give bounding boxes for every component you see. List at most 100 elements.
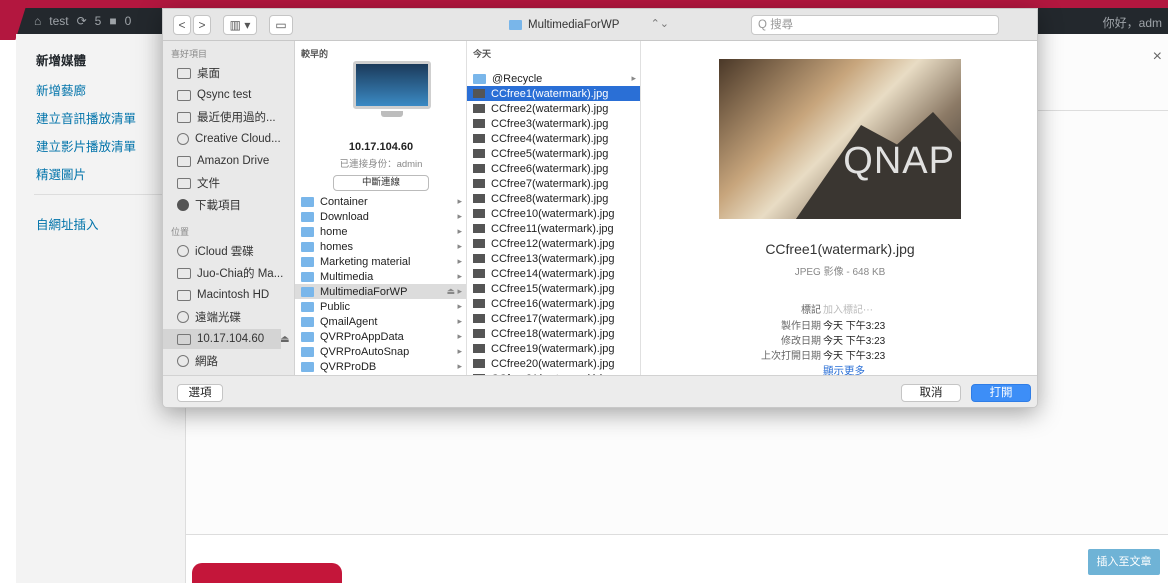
chevron-right-icon: ▸ [457, 271, 462, 281]
updates-icon[interactable]: ⟳ [77, 14, 87, 28]
folder-row[interactable]: Download ▸ [295, 209, 466, 224]
disconnect-button[interactable]: 中斷連線 [333, 175, 429, 191]
file-row[interactable]: CCfree5(watermark).jpg [467, 146, 640, 161]
modified-label: 修改日期 [781, 336, 821, 347]
folder-icon [301, 286, 314, 297]
new-folder-button[interactable]: ▭ [269, 15, 293, 35]
file-row[interactable]: CCfree8(watermark).jpg [467, 191, 640, 206]
greeting[interactable]: 你好，adm [1103, 14, 1162, 31]
folder-row[interactable]: home ▸ [295, 224, 466, 239]
folder-name: QmailAgent [320, 315, 378, 328]
sidebar-item-macintosh-hd[interactable]: Macintosh HD [177, 285, 295, 305]
image-thumbnail-icon [473, 194, 485, 203]
file-row[interactable]: CCfree18(watermark).jpg [467, 326, 640, 341]
folder-row[interactable]: QVRProDB ▸ [295, 359, 466, 374]
file-row[interactable]: CCfree16(watermark).jpg [467, 296, 640, 311]
sidebar-item-icloud[interactable]: iCloud 雲碟 [177, 241, 295, 261]
file-row[interactable]: CCfree19(watermark).jpg [467, 341, 640, 356]
folder-row[interactable]: Container ▸ [295, 194, 466, 209]
chevron-right-icon: ⏏ ▸ [446, 286, 462, 296]
folder-row[interactable]: QVRProAutoSnap ▸ [295, 344, 466, 359]
file-row[interactable]: CCfree7(watermark).jpg [467, 176, 640, 191]
menu-create-gallery[interactable]: 新增藝廊 [36, 80, 86, 99]
image-thumbnail-icon [473, 344, 485, 353]
sidebar-item-network[interactable]: 網路 [177, 351, 295, 371]
file-name: @Recycle [492, 72, 543, 85]
sidebar-item-documents[interactable]: 文件 [177, 173, 295, 193]
folder-icon [301, 211, 314, 222]
comments-count[interactable]: 0 [125, 14, 132, 28]
folder-row[interactable]: @Recycle ▸ [467, 71, 640, 86]
file-row[interactable]: CCfree17(watermark).jpg [467, 311, 640, 326]
insert-into-post-button[interactable]: 插入至文章 [1088, 549, 1160, 575]
folder-icon [301, 196, 314, 207]
image-thumbnail-icon [473, 224, 485, 233]
file-row[interactable]: CCfree6(watermark).jpg [467, 161, 640, 176]
file-row[interactable]: CCfree13(watermark).jpg [467, 251, 640, 266]
sidebar-item-creative-cloud[interactable]: Creative Cloud... [177, 129, 295, 149]
tags-value[interactable]: 加入標記⋯ [823, 301, 873, 316]
folder-row[interactable]: homes ▸ [295, 239, 466, 254]
folder-row[interactable]: Public ▸ [295, 299, 466, 314]
menu-featured-image[interactable]: 精選圖片 [36, 164, 86, 183]
sidebar-item-remote-disc[interactable]: 遠端光碟 [177, 307, 295, 327]
forward-button[interactable]: > [193, 15, 211, 35]
file-row[interactable]: CCfree3(watermark).jpg [467, 116, 640, 131]
sidebar-item-mac[interactable]: Juo-Chia的 Ma... [177, 263, 295, 283]
menu-audio-playlist[interactable]: 建立音訊播放清單 [36, 108, 136, 127]
file-row[interactable]: CCfree14(watermark).jpg [467, 266, 640, 281]
menu-insert-from-url[interactable]: 自網址插入 [36, 214, 99, 233]
chevron-right-icon: ▸ [457, 316, 462, 326]
file-row[interactable]: CCfree1(watermark).jpg [467, 86, 640, 101]
sidebar-item-recents[interactable]: 最近使用過的... [177, 107, 295, 127]
sidebar-item-downloads[interactable]: 下載項目 [177, 195, 295, 215]
file-name: CCfree4(watermark).jpg [491, 132, 609, 145]
cancel-button[interactable]: 取消 [901, 384, 961, 402]
options-button[interactable]: 選項 [177, 384, 223, 402]
file-row[interactable]: CCfree20(watermark).jpg [467, 356, 640, 371]
preview-kind: JPEG 影像 - 648 KB [794, 267, 886, 278]
menu-add-media[interactable]: 新增媒體 [36, 50, 86, 69]
location-popup[interactable]: MultimediaForWP ⌃⌄ [509, 15, 669, 35]
folder-icon [301, 346, 314, 357]
image-thumbnail-icon [473, 104, 485, 113]
file-row[interactable]: CCfree11(watermark).jpg [467, 221, 640, 236]
back-button[interactable]: < [173, 15, 191, 35]
home-icon[interactable]: ⌂ [34, 14, 41, 28]
image-thumbnail-icon [473, 269, 485, 278]
folder-row[interactable]: Marketing material ▸ [295, 254, 466, 269]
menu-video-playlist[interactable]: 建立影片播放清單 [36, 136, 136, 155]
network-icon [177, 355, 189, 367]
file-row[interactable]: CCfree12(watermark).jpg [467, 236, 640, 251]
updates-count[interactable]: 5 [95, 14, 102, 28]
sidebar-item-amazon-drive[interactable]: Amazon Drive [177, 151, 295, 171]
view-mode-button[interactable]: ▥ ▾ [223, 15, 257, 35]
folder-name: Marketing material [320, 255, 411, 268]
folder-row[interactable]: MultimediaForWP ⏏ ▸ [295, 284, 466, 299]
folder-row[interactable]: QVRProAppData ▸ [295, 329, 466, 344]
file-row[interactable]: CCfree2(watermark).jpg [467, 101, 640, 116]
file-name: CCfree7(watermark).jpg [491, 177, 609, 190]
comments-icon[interactable]: ■ [109, 14, 116, 28]
file-row[interactable]: CCfree4(watermark).jpg [467, 131, 640, 146]
sidebar-item-desktop[interactable]: 桌面 [177, 63, 295, 83]
sidebar-item-qsync[interactable]: Qsync test [177, 85, 295, 105]
red-tab-decoration [192, 563, 342, 583]
open-button[interactable]: 打開 [971, 384, 1031, 402]
folder-name: MultimediaForWP [320, 285, 408, 298]
file-row[interactable]: CCfree10(watermark).jpg [467, 206, 640, 221]
locations-header: 位置 [171, 227, 190, 237]
file-row[interactable]: CCfree15(watermark).jpg [467, 281, 640, 296]
preview-pane: QNAP CCfree1(watermark).jpg JPEG 影像 - 64… [641, 41, 1037, 377]
site-name[interactable]: test [49, 14, 68, 28]
file-name: CCfree8(watermark).jpg [491, 192, 609, 205]
divider [34, 194, 174, 195]
folder-row[interactable]: QmailAgent ▸ [295, 314, 466, 329]
eject-icon[interactable]: ⏏ [280, 334, 289, 345]
image-thumbnail-icon [473, 164, 485, 173]
sidebar-item-server[interactable]: 10.17.104.60 ⏏ [163, 329, 290, 349]
close-icon[interactable]: × [1153, 48, 1162, 66]
folder-row[interactable]: Multimedia ▸ [295, 269, 466, 284]
search-input[interactable]: Q 搜尋 [751, 15, 999, 35]
file-name: CCfree20(watermark).jpg [491, 357, 615, 370]
